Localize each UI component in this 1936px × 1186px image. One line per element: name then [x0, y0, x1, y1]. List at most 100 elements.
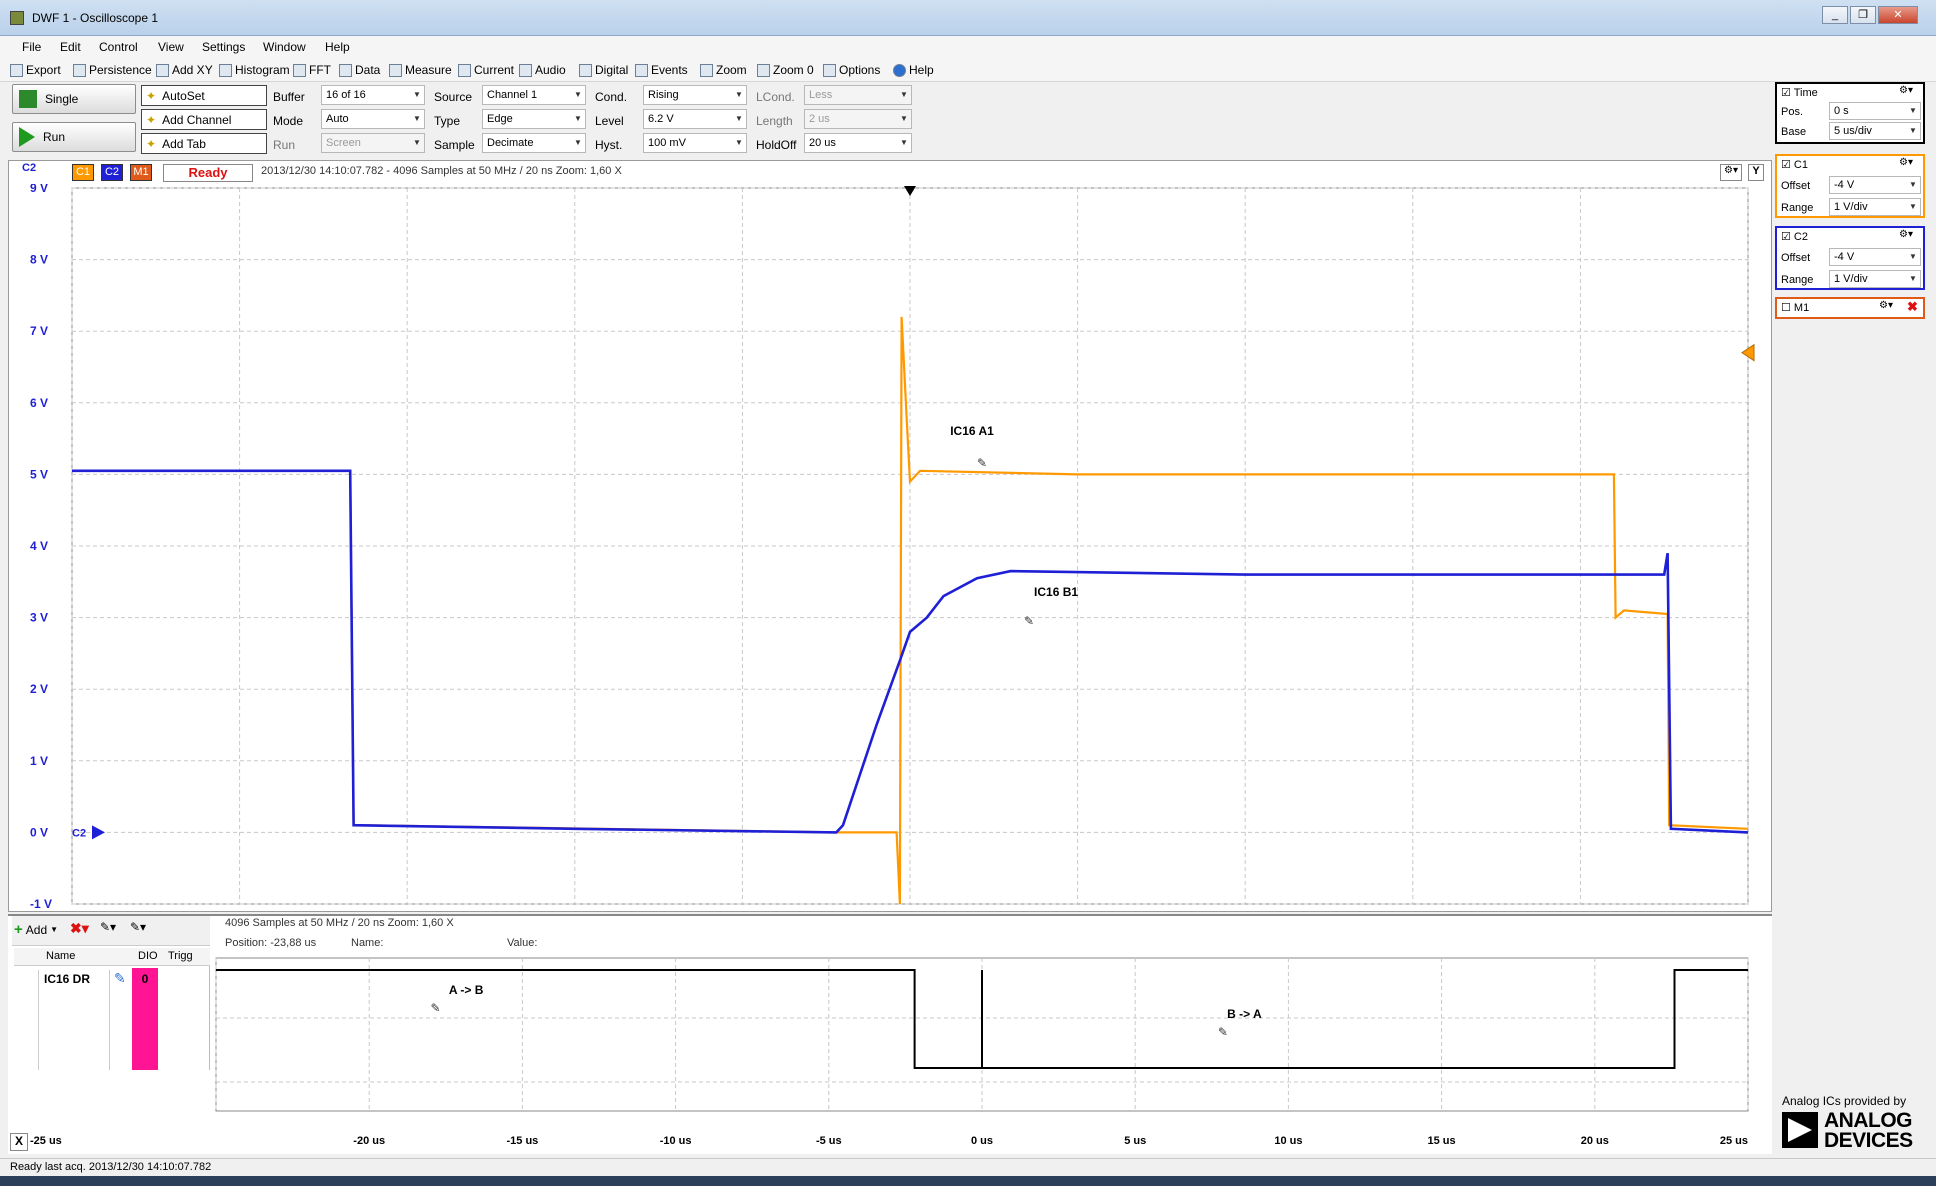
c2-settings-icon[interactable]: ⚙▾: [1899, 229, 1913, 240]
chevron-down-icon: ▼: [900, 138, 908, 147]
length-value: 2 us: [809, 113, 830, 125]
level-input[interactable]: 6.2 V ▼: [643, 109, 747, 129]
add-tab-label: Add Tab: [162, 136, 206, 151]
toolbar-audio-button[interactable]: Audio: [519, 61, 566, 79]
toolbar-data-button[interactable]: Data: [339, 61, 380, 79]
minimize-button[interactable]: _: [1822, 6, 1848, 24]
toolbar-events-button[interactable]: Events: [635, 61, 688, 79]
c2-title: C2: [1793, 231, 1808, 243]
toolbar-fft-button[interactable]: FFT: [293, 61, 331, 79]
logic-add-label: Add: [25, 922, 48, 937]
logic-channel-row[interactable]: IC16 DR ✎ 0: [14, 966, 210, 1070]
maximize-button[interactable]: ❐: [1850, 6, 1876, 24]
plot-settings-icon[interactable]: ⚙▾: [1720, 164, 1742, 181]
menu-window[interactable]: Window: [263, 40, 306, 54]
time-box: ☑ Time ⚙▾ Pos. 0 s ▼ Base 5 us/div ▼: [1775, 82, 1925, 144]
zoom-icon: [700, 63, 713, 77]
m1-checkbox[interactable]: ☐ M1: [1781, 301, 1809, 314]
c2-ground-label: C2: [72, 827, 86, 839]
c1-chip[interactable]: C1: [72, 164, 94, 181]
hyst-input[interactable]: 100 mV ▼: [643, 133, 747, 153]
sample-select[interactable]: Decimate ▼: [482, 133, 586, 153]
time-checkbox[interactable]: ☑ Time: [1781, 86, 1818, 99]
run-button[interactable]: Run: [12, 122, 136, 152]
chevron-down-icon: ▼: [1909, 252, 1917, 261]
source-select[interactable]: Channel 1 ▼: [482, 85, 586, 105]
x-axis-button[interactable]: X: [10, 1133, 28, 1151]
toolbar-persistence-button[interactable]: Persistence: [73, 61, 152, 79]
toolbar-export-button[interactable]: Export: [10, 61, 61, 79]
menu-settings[interactable]: Settings: [202, 40, 245, 54]
mode-select[interactable]: Auto ▼: [321, 109, 425, 129]
chevron-down-icon: ▼: [1909, 274, 1917, 283]
c1-range-input[interactable]: 1 V/div ▼: [1829, 198, 1921, 216]
logic-settings-icon[interactable]: ✎▾: [130, 920, 146, 934]
c1-checkbox[interactable]: ☑ C1: [1781, 158, 1808, 171]
menu-view[interactable]: View: [158, 40, 184, 54]
m1-settings-icon[interactable]: ⚙▾: [1879, 300, 1893, 311]
toolbar-addxy-button[interactable]: Add XY: [156, 61, 213, 79]
m1-chip[interactable]: M1: [130, 164, 152, 181]
add-tab-button[interactable]: ✦ Add Tab: [141, 133, 267, 154]
histogram-icon: [219, 63, 232, 77]
menu-help[interactable]: Help: [325, 40, 350, 54]
type-select[interactable]: Edge ▼: [482, 109, 586, 129]
logic-info: 4096 Samples at 50 MHz / 20 ns Zoom: 1,6…: [225, 917, 454, 929]
logic-add-button[interactable]: + Add ▼: [14, 921, 58, 938]
close-button[interactable]: ✕: [1878, 6, 1918, 24]
run-mode-select[interactable]: Screen ▼: [321, 133, 425, 153]
menu-edit[interactable]: Edit: [60, 40, 81, 54]
lcond-select[interactable]: Less ▼: [804, 85, 912, 105]
y-axis-button[interactable]: Y: [1748, 164, 1764, 181]
toolbar-measure-button[interactable]: Measure: [389, 61, 452, 79]
logic-edit-icon[interactable]: ✎▾: [100, 920, 116, 934]
c2-checkbox[interactable]: ☑ C2: [1781, 230, 1808, 243]
logic-remove-icon[interactable]: ✖▾: [70, 920, 89, 937]
time-pos-input[interactable]: 0 s ▼: [1829, 102, 1921, 120]
single-label: Single: [45, 92, 79, 106]
c2-range-input[interactable]: 1 V/div ▼: [1829, 270, 1921, 288]
time-settings-icon[interactable]: ⚙▾: [1899, 85, 1913, 96]
toolbar-digital-button[interactable]: Digital: [579, 61, 628, 79]
length-input[interactable]: 2 us ▼: [804, 109, 912, 129]
annotation-pin-icon: ✎: [1024, 614, 1034, 628]
menu-control[interactable]: Control: [99, 40, 138, 54]
pencil-icon[interactable]: ✎: [114, 970, 126, 987]
m1-remove-icon[interactable]: ✖: [1907, 299, 1918, 315]
menu-file[interactable]: File: [22, 40, 41, 54]
time-base-input[interactable]: 5 us/div ▼: [1829, 122, 1921, 140]
chevron-down-icon: ▼: [413, 90, 421, 99]
c1-offset-input[interactable]: -4 V ▼: [1829, 176, 1921, 194]
toolbar-zoom-button[interactable]: Zoom: [700, 61, 747, 79]
c1-settings-icon[interactable]: ⚙▾: [1899, 157, 1913, 168]
run-label: Run: [43, 130, 66, 144]
toolbar-zoom-label: Zoom: [716, 63, 747, 77]
toolbar-options-label: Options: [839, 63, 881, 77]
toolbar-export-label: Export: [26, 63, 61, 77]
toolbar-help-button[interactable]: Help: [893, 61, 934, 79]
c2-chip[interactable]: C2: [101, 164, 123, 181]
add-channel-button[interactable]: ✦ Add Channel: [141, 109, 267, 130]
m1-box: ☐ M1 ⚙▾ ✖: [1775, 297, 1925, 319]
toolbar-histogram-button[interactable]: Histogram: [219, 61, 290, 79]
toolbar-current-button[interactable]: Current: [458, 61, 514, 79]
brand-name-2: DEVICES: [1824, 1129, 1913, 1152]
cond-select[interactable]: Rising ▼: [643, 85, 747, 105]
chevron-down-icon: ▼: [900, 90, 908, 99]
y-tick-label: 7 V: [30, 324, 48, 338]
autoset-button[interactable]: ✦ AutoSet: [141, 85, 267, 106]
y-tick-label: 0 V: [30, 825, 48, 839]
logic-dio-cell[interactable]: 0: [132, 968, 158, 1070]
active-channel-label: C2: [22, 162, 37, 174]
single-button[interactable]: Single: [12, 84, 136, 114]
y-tick-label: 6 V: [30, 396, 48, 410]
c2-offset-input[interactable]: -4 V ▼: [1829, 248, 1921, 266]
buffer-select[interactable]: 16 of 16 ▼: [321, 85, 425, 105]
chevron-down-icon: ▼: [1909, 106, 1917, 115]
chevron-down-icon: ▼: [735, 138, 743, 147]
holdoff-input[interactable]: 20 us ▼: [804, 133, 912, 153]
toolbar-zoom0-button[interactable]: Zoom 0: [757, 61, 814, 79]
sample-value: Decimate: [487, 137, 534, 149]
toolbar-options-button[interactable]: Options: [823, 61, 880, 79]
measure-icon: [389, 63, 402, 77]
